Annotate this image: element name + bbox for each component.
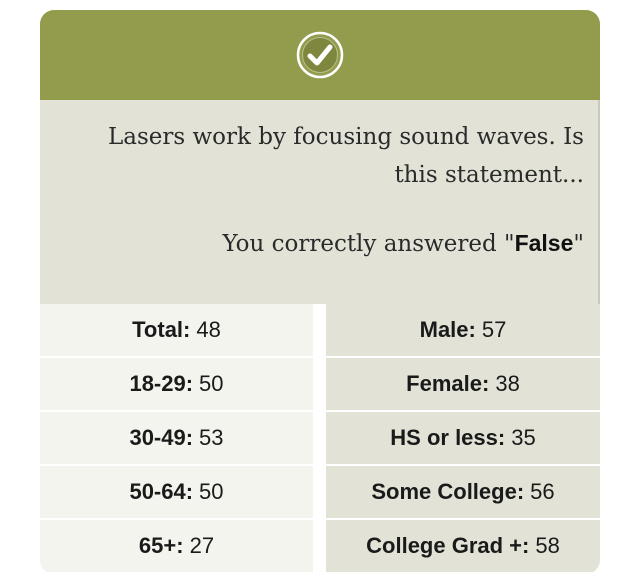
stat-value: 58: [535, 533, 560, 558]
stat-value: 27: [189, 533, 215, 558]
answer-value: False: [514, 230, 574, 256]
stat-label: Male:: [419, 317, 476, 342]
stat-cell-college-grad: College Grad +: 58: [326, 520, 600, 572]
answer-prefix: You correctly answered ": [222, 231, 515, 257]
stat-cell-female: Female: 38: [326, 358, 600, 410]
stat-cell-some-college: Some College: 56: [326, 466, 600, 518]
stat-cell-65-plus: 65+: 27: [40, 520, 313, 572]
stat-label: Total:: [132, 317, 191, 342]
stat-cell-50-64: 50-64: 50: [40, 466, 313, 518]
result-header: [40, 10, 600, 100]
stat-value: 50: [199, 371, 224, 396]
stat-value: 38: [495, 371, 520, 396]
stat-value: 57: [481, 317, 507, 342]
stat-label: College Grad +:: [366, 533, 530, 558]
stat-label: HS or less:: [390, 425, 506, 450]
stat-value: 35: [511, 425, 536, 450]
quiz-result-card: Lasers work by focusing sound waves. Is …: [40, 10, 600, 574]
stat-cell-30-49: 30-49: 53: [40, 412, 313, 464]
stat-label: Some College:: [371, 479, 525, 504]
stat-label: Female:: [406, 371, 490, 396]
stats-column-left: Total: 48 18-29: 50 30-49: 53 50-64: 50 65+:…: [40, 304, 313, 574]
stats-column-right: Male: 57 Female: 38 HS or less: 35 Some Col…: [326, 304, 600, 574]
stat-label: 50-64:: [129, 479, 194, 504]
stat-label: 65+:: [138, 533, 184, 558]
stat-label: 30-49:: [129, 425, 194, 450]
question-panel: Lasers work by focusing sound waves. Is …: [40, 100, 600, 304]
stat-cell-male: Male: 57: [326, 304, 600, 356]
stat-value: 53: [199, 425, 224, 450]
stat-label: 18-29:: [129, 371, 194, 396]
stat-value: 48: [196, 317, 221, 342]
stat-cell-hs-or-less: HS or less: 35: [326, 412, 600, 464]
question-text: Lasers work by focusing sound waves. Is …: [107, 124, 584, 188]
answer-line: You correctly answered "False": [100, 224, 584, 263]
stat-cell-18-29: 18-29: 50: [40, 358, 313, 410]
column-divider: [313, 304, 326, 574]
answer-suffix: ": [573, 231, 584, 257]
stat-cell-total: Total: 48: [40, 304, 313, 356]
stat-value: 56: [530, 479, 555, 504]
checkmark-circle-icon: [296, 31, 344, 79]
stat-value: 50: [199, 479, 224, 504]
stats-table: Total: 48 18-29: 50 30-49: 53 50-64: 50 65+:…: [40, 304, 600, 574]
